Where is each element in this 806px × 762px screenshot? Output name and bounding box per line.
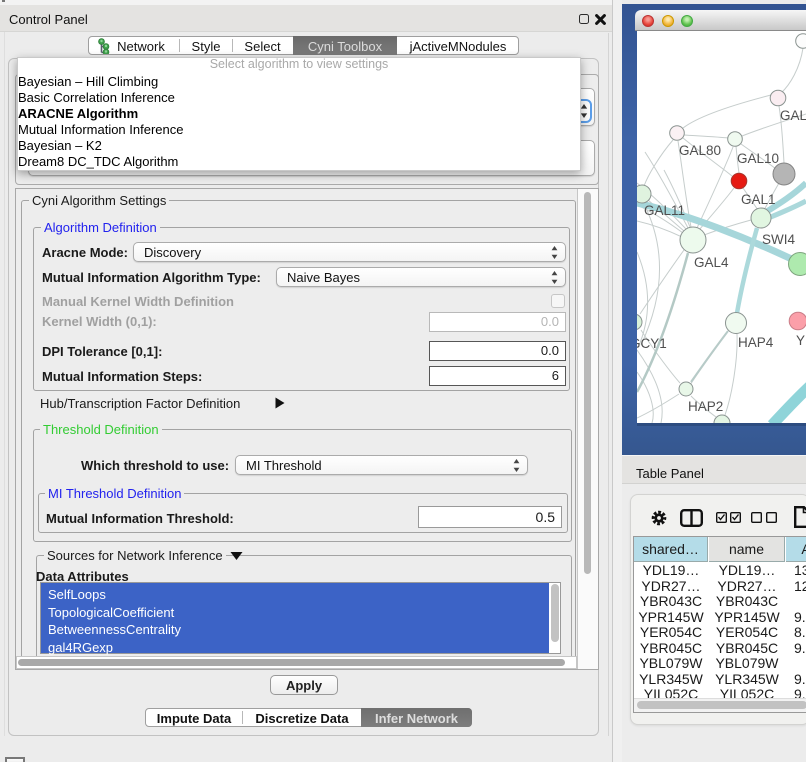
svg-text:HAP2: HAP2 [688,399,723,414]
svg-text:GAL10: GAL10 [737,151,779,166]
svg-text:GAL11: GAL11 [644,203,685,218]
svg-text:HAP4: HAP4 [738,335,774,350]
svg-text:GAL80: GAL80 [679,143,721,158]
svg-text:GAL4: GAL4 [694,255,729,270]
svg-text:GCY1: GCY1 [637,336,667,351]
svg-text:SWI4: SWI4 [762,232,795,247]
svg-text:YD: YD [796,333,806,348]
svg-text:GAL1: GAL1 [741,192,776,207]
svg-text:GAL8: GAL8 [780,108,806,123]
